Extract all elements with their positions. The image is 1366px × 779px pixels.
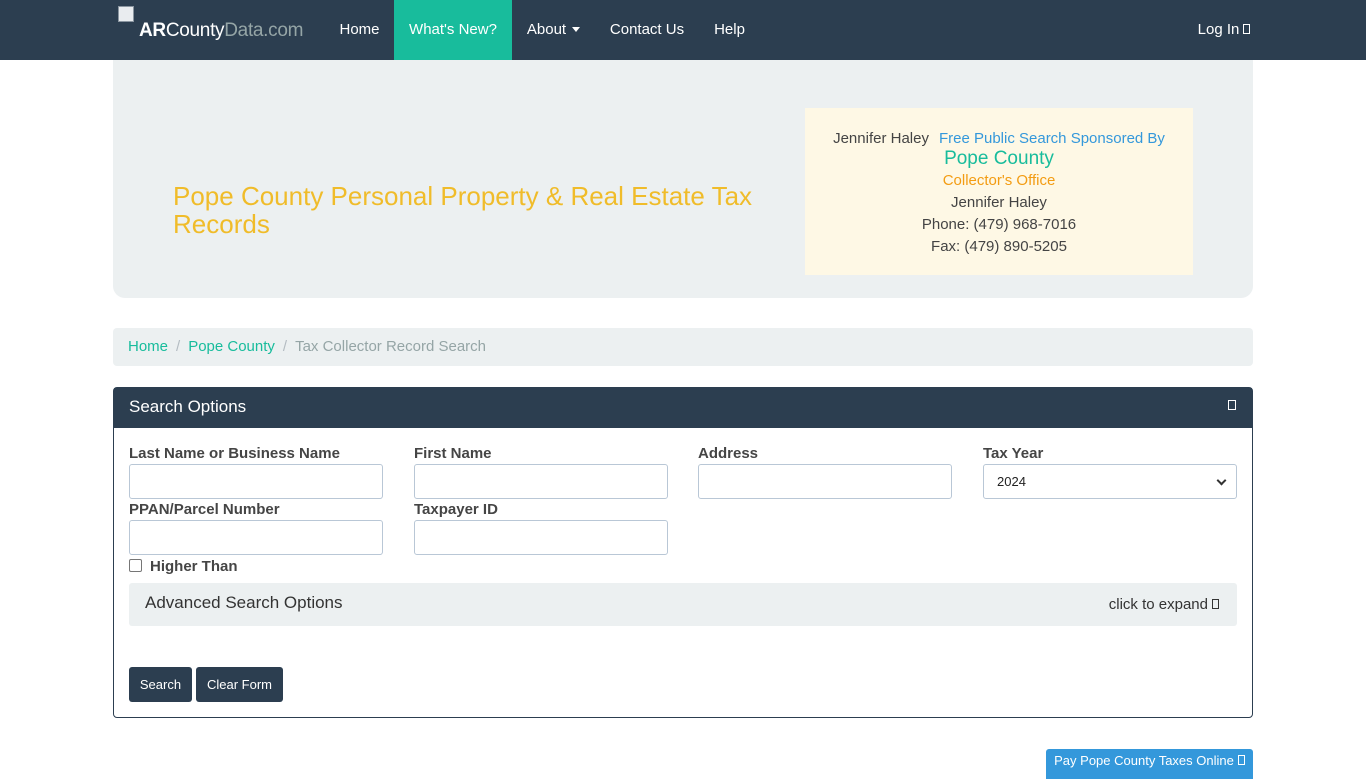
search-panel: Search Options Last Name or Business Nam… — [113, 387, 1253, 718]
search-panel-title: Search Options — [129, 397, 247, 416]
page-title: Pope County Personal Property & Real Est… — [173, 181, 753, 239]
breadcrumb-home[interactable]: Home — [128, 338, 168, 355]
nav-login[interactable]: Log In — [1182, 0, 1266, 60]
advanced-search-title: Advanced Search Options — [145, 593, 343, 612]
collapse-icon[interactable] — [1228, 400, 1236, 410]
sponsor-office: Collector's Office — [942, 172, 1056, 189]
breadcrumb-current: Tax Collector Record Search — [295, 338, 487, 355]
address-input[interactable] — [698, 464, 952, 499]
header-jumbotron: Pope County Personal Property & Real Est… — [113, 60, 1253, 298]
taxpayer-id-label: Taxpayer ID — [414, 501, 498, 518]
nav-home[interactable]: Home — [325, 0, 394, 60]
search-panel-header: Search Options — [114, 388, 1252, 428]
tax-year-select[interactable]: 2024 — [983, 464, 1237, 499]
sponsor-box: Jennifer Haley Free Public Search Sponso… — [805, 108, 1193, 275]
nav-contact-us[interactable]: Contact Us — [595, 0, 699, 60]
breadcrumb-county[interactable]: Pope County — [188, 338, 275, 355]
breadcrumb: Home / Pope County / Tax Collector Record Se… — [113, 328, 1253, 366]
last-name-label: Last Name or Business Name — [129, 445, 340, 462]
first-name-label: First Name — [414, 445, 492, 462]
nav-whats-new[interactable]: What's New? — [394, 0, 512, 60]
sponsor-phone: Phone: (479) 968-7016 — [921, 216, 1077, 233]
clear-form-button[interactable]: Clear Form — [196, 667, 283, 702]
external-link-icon — [1237, 755, 1245, 766]
higher-than-checkbox[interactable] — [129, 559, 142, 572]
sponsor-name: Jennifer Haley — [951, 194, 1047, 211]
address-label: Address — [698, 445, 759, 462]
nav-about[interactable]: About — [512, 0, 595, 60]
advanced-search-hint: click to expand — [1109, 596, 1219, 613]
nav-help[interactable]: Help — [699, 0, 760, 60]
site-logo[interactable]: ARCountyData.com — [118, 6, 303, 54]
taxpayer-id-input[interactable] — [414, 520, 668, 555]
higher-than-label[interactable]: Higher Than — [150, 558, 238, 575]
sponsor-fax: Fax: (479) 890-5205 — [931, 238, 1067, 255]
login-icon — [1243, 23, 1251, 34]
tax-year-label: Tax Year — [983, 445, 1044, 462]
broken-image-icon — [118, 6, 134, 22]
advanced-search-toggle[interactable]: Advanced Search Options click to expand — [129, 583, 1237, 626]
brand-text: ARCountyData.com — [139, 20, 304, 41]
pay-taxes-online-button[interactable]: Pay Pope County Taxes Online — [1046, 749, 1253, 779]
first-name-input[interactable] — [414, 464, 668, 499]
top-navbar: ARCountyData.com Home What's New? About … — [0, 0, 1366, 60]
search-button[interactable]: Search — [129, 667, 192, 702]
sponsor-label[interactable]: Free Public Search Sponsored By — [939, 130, 1165, 147]
chevron-down-icon — [1216, 475, 1227, 486]
caret-down-icon — [572, 26, 581, 32]
parcel-label: PPAN/Parcel Number — [129, 501, 280, 518]
parcel-input[interactable] — [129, 520, 383, 555]
last-name-input[interactable] — [129, 464, 383, 499]
sponsor-photo: Jennifer Haley — [833, 130, 929, 147]
sponsor-county: Pope County — [944, 148, 1054, 169]
expand-icon — [1212, 598, 1219, 609]
tax-year-value: 2024 — [997, 474, 1026, 489]
